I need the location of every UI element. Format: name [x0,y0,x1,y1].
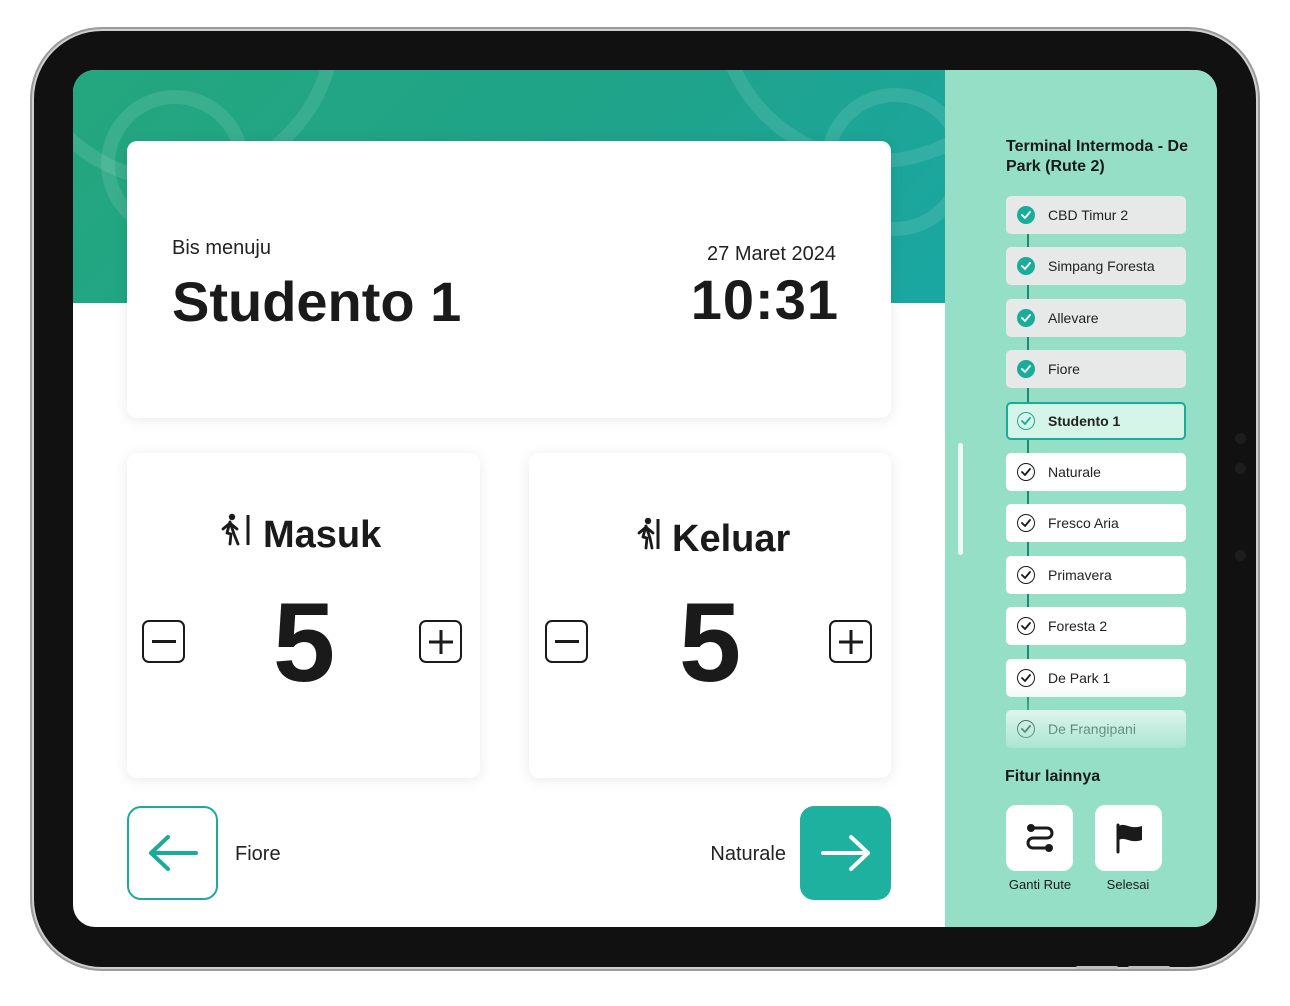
minus-icon [554,639,579,643]
counter-out-title: Keluar [630,517,790,561]
route-sidebar: Terminal Intermoda - De Park (Rute 2) CB… [945,70,1217,927]
stop-item[interactable]: Simpang Foresta [1006,247,1186,286]
check-icon [1017,617,1035,636]
minus-icon [151,639,176,643]
clock-time: 10:31 [690,268,839,331]
decrement-out-button[interactable] [545,620,588,663]
stop-list[interactable]: CBD Timur 2 Simpang Foresta Allevare Fiore S… [1006,196,1187,756]
stop-item[interactable]: De Park 1 [1006,658,1186,697]
finish-button[interactable] [1095,805,1162,871]
arrow-right-icon [820,835,870,871]
arrow-left-icon [148,835,198,871]
stop-item[interactable]: Fiore [1006,350,1186,389]
increment-out-button[interactable] [829,620,872,663]
stop-item[interactable]: De Frangipani [1006,710,1186,748]
check-icon [1017,257,1035,276]
stop-label: Naturale [1048,464,1101,480]
more-features-title: Fitur lainnya [1005,768,1101,785]
stop-label: Foresta 2 [1048,618,1108,635]
check-icon [1017,308,1035,327]
sensor-dot [1235,433,1246,444]
stop-label: Fresco Aria [1048,515,1119,532]
check-icon [1017,463,1035,481]
route-title: Terminal Intermoda - De Park (Rute 2) [1006,138,1188,175]
volume-button [1076,966,1118,969]
flag-icon [1116,823,1142,854]
stop-item[interactable]: Foresta 2 [1006,607,1186,646]
change-route-label: Ganti Rute [1008,877,1072,892]
sensor-dot [1235,463,1246,474]
finish-label: Selesai [1106,877,1150,892]
route-icon [1026,824,1053,852]
check-icon [1017,206,1035,224]
check-icon [1017,411,1035,430]
plus-icon [838,629,863,654]
scroll-indicator[interactable] [958,443,963,555]
stop-label: Studento 1 [1048,412,1121,429]
counter-out-label: Keluar [672,517,791,560]
stop-item[interactable]: Primavera [1006,555,1186,594]
counter-in-title: Masuk [221,513,381,557]
stop-item[interactable]: Fresco Aria [1006,504,1186,543]
screen: Bis menuju Studento 1 27 Maret 2024 10:3… [73,70,1217,927]
counter-in-card: Masuk 5 [127,453,480,778]
decrement-in-button[interactable] [142,620,185,663]
stop-label: Simpang Foresta [1048,258,1155,275]
check-icon [1017,720,1035,738]
counter-out-card: Keluar 5 [529,453,891,778]
counter-out-value: 5 [678,580,742,705]
destination-name: Studento 1 [172,270,462,333]
stop-label: De Frangipani [1048,721,1136,737]
stop-item[interactable]: Naturale [1006,453,1186,491]
next-stop-label[interactable]: Naturale [710,843,786,866]
stop-label: CBD Timur 2 [1048,207,1129,223]
person-enter-icon [221,513,253,557]
next-stop-button[interactable] [800,806,891,900]
increment-in-button[interactable] [419,620,462,663]
stop-item[interactable]: Allevare [1006,298,1186,337]
counter-in-label: Masuk [263,513,382,556]
check-icon [1017,668,1035,687]
stop-item[interactable]: CBD Timur 2 [1006,196,1186,234]
stop-label: Fiore [1048,361,1080,378]
sensor-dot [1235,550,1246,561]
check-icon [1017,360,1035,379]
destination-label: Bis menuju [172,237,271,259]
check-icon [1017,514,1035,533]
check-icon [1017,565,1035,584]
person-exit-icon [630,517,662,561]
plus-icon [428,629,453,654]
stop-label: Primavera [1048,566,1112,583]
stop-label: Allevare [1048,309,1099,326]
date-text: 27 Maret 2024 [707,243,836,265]
previous-stop-button[interactable] [127,806,218,900]
change-route-button[interactable] [1006,805,1073,871]
stop-item[interactable]: Studento 1 [1006,401,1186,440]
previous-stop-label[interactable]: Fiore [235,843,281,866]
destination-card: Bis menuju Studento 1 27 Maret 2024 10:3… [127,141,891,418]
stop-label: De Park 1 [1048,669,1111,686]
volume-button [1128,966,1170,969]
counter-in-value: 5 [272,580,336,705]
